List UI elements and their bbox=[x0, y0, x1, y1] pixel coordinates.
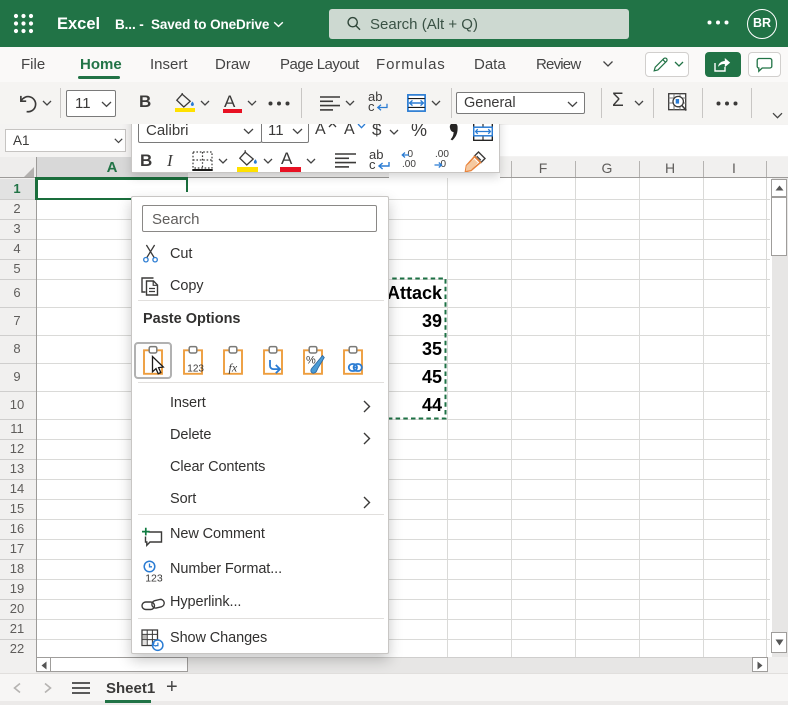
svg-text:123: 123 bbox=[145, 573, 163, 584]
svg-text:fx: fx bbox=[229, 361, 238, 375]
svg-text:123: 123 bbox=[187, 364, 204, 375]
